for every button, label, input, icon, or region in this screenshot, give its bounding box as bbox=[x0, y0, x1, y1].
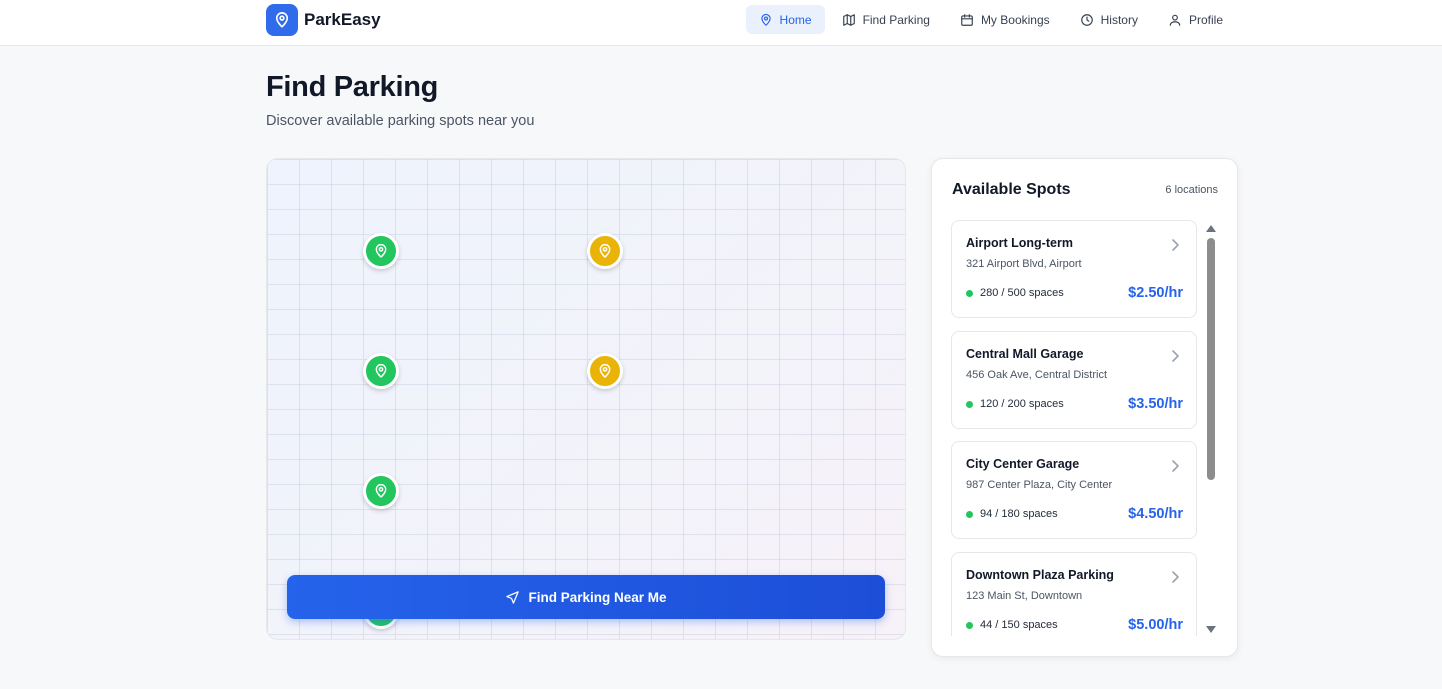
availability-dot bbox=[966, 290, 973, 297]
main-nav: Home Find Parking My Bookings History Pr… bbox=[745, 5, 1236, 34]
spot-address: 123 Main St, Downtown bbox=[966, 590, 1083, 602]
page-title: Find Parking bbox=[266, 71, 439, 103]
spot-price: $3.50/hr bbox=[1128, 396, 1183, 412]
chevron-right-icon bbox=[1172, 460, 1179, 472]
map-pin-icon bbox=[599, 244, 611, 258]
navbar: ParkEasy Home Find Parking My Bookings H… bbox=[0, 0, 1442, 46]
available-spots-panel: Available Spots 6 locations Airport Long… bbox=[931, 158, 1238, 657]
spot-address: 321 Airport Blvd, Airport bbox=[966, 258, 1082, 270]
map-pin-icon bbox=[375, 484, 387, 498]
map-pin-icon bbox=[375, 364, 387, 378]
map-marker-yellow[interactable] bbox=[587, 233, 623, 269]
spot-address: 456 Oak Ave, Central District bbox=[966, 369, 1108, 381]
map-marker-green[interactable] bbox=[363, 473, 399, 509]
spot-name: City Center Garage bbox=[966, 457, 1080, 471]
map-pin-icon bbox=[760, 13, 771, 26]
scrollbar-thumb[interactable] bbox=[1207, 238, 1215, 480]
navigation-arrow-icon bbox=[506, 590, 520, 604]
nav-item-find-parking[interactable]: Find Parking bbox=[829, 5, 943, 34]
locations-count: 6 locations bbox=[1165, 184, 1218, 196]
scroll-down-arrow[interactable] bbox=[1206, 626, 1216, 633]
chevron-right-icon bbox=[1172, 239, 1179, 251]
spot-price: $2.50/hr bbox=[1128, 285, 1183, 301]
spot-name: Downtown Plaza Parking bbox=[966, 568, 1114, 582]
map-icon bbox=[842, 13, 855, 26]
nav-item-label: Home bbox=[779, 12, 812, 27]
clock-icon bbox=[1080, 13, 1093, 26]
find-parking-near-me-button[interactable]: Find Parking Near Me bbox=[287, 575, 885, 619]
nav-item-label: History bbox=[1100, 12, 1138, 27]
calendar-icon bbox=[961, 13, 973, 26]
availability-dot bbox=[966, 622, 973, 629]
map-pin-icon bbox=[599, 364, 611, 378]
spot-card[interactable]: Central Mall Garage 456 Oak Ave, Central… bbox=[951, 331, 1197, 429]
nav-item-label: Find Parking bbox=[862, 12, 930, 27]
spot-price: $5.00/hr bbox=[1128, 617, 1183, 633]
parking-map[interactable]: Find Parking Near Me bbox=[266, 158, 906, 640]
chevron-right-icon bbox=[1172, 571, 1179, 583]
brand-name: ParkEasy bbox=[304, 10, 381, 29]
spot-name: Airport Long-term bbox=[966, 236, 1073, 250]
nav-item-history[interactable]: History bbox=[1067, 5, 1151, 34]
spot-spaces: 44 / 150 spaces bbox=[980, 619, 1058, 631]
map-marker-yellow[interactable] bbox=[587, 353, 623, 389]
brand[interactable]: ParkEasy bbox=[266, 4, 381, 36]
nav-item-my-bookings[interactable]: My Bookings bbox=[947, 5, 1063, 34]
nav-item-label: Profile bbox=[1188, 12, 1223, 27]
user-icon bbox=[1169, 14, 1181, 26]
availability-dot bbox=[966, 511, 973, 518]
spot-card[interactable]: City Center Garage 987 Center Plaza, Cit… bbox=[951, 441, 1197, 539]
map-marker-green[interactable] bbox=[363, 353, 399, 389]
find-button-label: Find Parking Near Me bbox=[528, 589, 667, 605]
spots-list[interactable]: Airport Long-term 321 Airport Blvd, Airp… bbox=[951, 220, 1198, 636]
page-subtitle: Discover available parking spots near yo… bbox=[266, 113, 535, 129]
spot-spaces: 120 / 200 spaces bbox=[980, 398, 1064, 410]
spot-address: 987 Center Plaza, City Center bbox=[966, 479, 1113, 491]
nav-item-profile[interactable]: Profile bbox=[1155, 5, 1236, 34]
spot-spaces: 94 / 180 spaces bbox=[980, 508, 1058, 520]
map-pin-icon bbox=[375, 244, 387, 258]
chevron-right-icon bbox=[1172, 350, 1179, 362]
spot-card[interactable]: Airport Long-term 321 Airport Blvd, Airp… bbox=[951, 220, 1197, 318]
spot-price: $4.50/hr bbox=[1128, 506, 1183, 522]
nav-item-home[interactable]: Home bbox=[745, 5, 825, 34]
map-marker-green[interactable] bbox=[363, 233, 399, 269]
spot-spaces: 280 / 500 spaces bbox=[980, 287, 1064, 299]
scroll-up-arrow[interactable] bbox=[1206, 225, 1216, 232]
spot-name: Central Mall Garage bbox=[966, 347, 1084, 361]
logo-map-pin-icon bbox=[266, 4, 298, 36]
availability-dot bbox=[966, 401, 973, 408]
spot-card[interactable]: Downtown Plaza Parking 123 Main St, Down… bbox=[951, 552, 1197, 636]
nav-item-label: My Bookings bbox=[980, 12, 1050, 27]
panel-title: Available Spots bbox=[952, 181, 1071, 198]
